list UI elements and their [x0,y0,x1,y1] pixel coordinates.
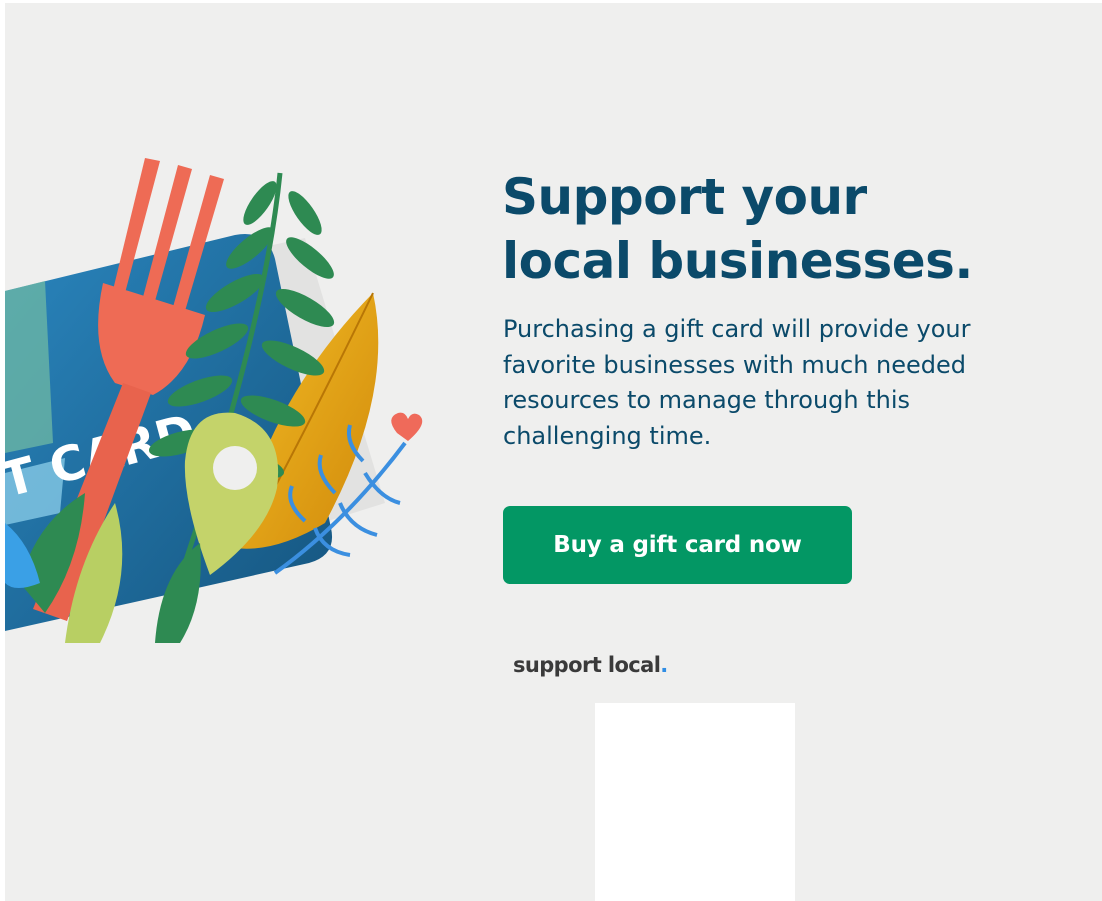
blank-content-box [595,703,795,901]
logo-dot: . [660,653,668,677]
heart-icon [391,412,423,441]
body-line-4: challenging time. [503,421,712,450]
headline-line-1: Support your [502,168,867,226]
promo-panel: T CARD [5,3,1102,901]
body-line-1: Purchasing a gift card will provide your [503,315,971,343]
logo-text: support local [513,653,661,677]
headline: Support your local businesses. [502,165,1062,293]
body-line-3: resources to manage through this [503,386,911,414]
body-copy: Purchasing a gift card will provide your… [503,312,1063,454]
body-line-2: favorite businesses with much needed [503,350,967,379]
gift-card-illustration: T CARD [5,143,435,643]
headline-line-2: local businesses. [502,232,973,290]
support-local-logo[interactable]: support local. [513,653,668,677]
buy-gift-card-button[interactable]: Buy a gift card now [503,506,852,584]
